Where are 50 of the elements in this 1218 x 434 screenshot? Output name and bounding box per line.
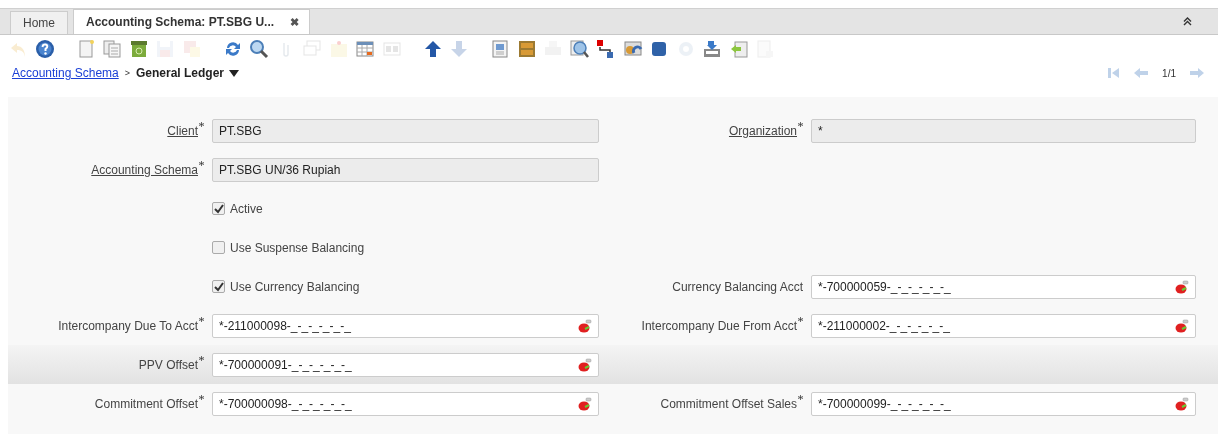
checkbox[interactable]	[212, 241, 225, 254]
collapse-icon[interactable]	[1183, 17, 1192, 26]
cube-icon[interactable]	[649, 39, 669, 59]
trash-icon[interactable]	[128, 39, 149, 59]
tab[interactable]: Home	[10, 11, 68, 34]
field-label: PPV Offset	[138, 357, 198, 372]
input-field[interactable]: PT.SBG	[212, 118, 599, 143]
input-field[interactable]: *-211000002-_-_-_-_-_-_	[811, 313, 1196, 338]
field-label[interactable]: Client	[167, 123, 198, 138]
report-icon[interactable]	[490, 39, 510, 59]
field-label: Commitment Offset Sales	[660, 396, 797, 411]
input-field[interactable]: *	[811, 118, 1196, 143]
checkbox[interactable]	[212, 280, 225, 293]
drive-download-icon[interactable]	[702, 39, 722, 59]
field-label: Intercompany Due To Acct	[58, 318, 198, 333]
field-label: Intercompany Due From Acct	[641, 318, 797, 333]
lookup-icon[interactable]	[578, 396, 592, 411]
breadcrumb-current[interactable]: General Ledger	[136, 66, 225, 80]
field-label[interactable]: Organization	[728, 123, 797, 138]
cabinet-icon[interactable]	[516, 39, 537, 59]
checkbox-label: Active	[230, 201, 263, 216]
input-field[interactable]: *-700000059-_-_-_-_-_-_	[811, 274, 1196, 299]
lookup-icon[interactable]	[1175, 318, 1189, 333]
input-field[interactable]: *-211000098-_-_-_-_-_-_	[212, 313, 599, 338]
checkbox-label: Use Suspense Balancing	[230, 240, 365, 255]
breadcrumb-link[interactable]: Accounting Schema	[12, 66, 119, 80]
lookup-icon[interactable]	[578, 357, 592, 372]
close-icon[interactable]: ✖	[290, 15, 300, 29]
checkbox[interactable]	[212, 202, 225, 215]
breadcrumb-separator: >	[124, 68, 130, 78]
input-field[interactable]: *-700000098-_-_-_-_-_-_	[212, 391, 599, 416]
search-icon[interactable]	[249, 39, 269, 59]
checkbox-label: Use Currency Balancing	[230, 279, 360, 294]
input-field[interactable]: *-700000091-_-_-_-_-_-_	[212, 352, 599, 377]
lookup-icon[interactable]	[1175, 396, 1189, 411]
transfer-icon[interactable]	[596, 39, 616, 59]
field-label: Commitment Offset	[94, 396, 198, 411]
lookup-icon[interactable]	[578, 318, 592, 333]
caret-icon[interactable]	[229, 69, 240, 77]
record-counter: 1/1	[1162, 67, 1176, 79]
copy-icon[interactable]	[102, 39, 122, 59]
table-icon[interactable]	[355, 39, 375, 59]
field-label: Currency Balancing Acct	[672, 279, 803, 294]
input-field[interactable]: *-700000099-_-_-_-_-_-_	[811, 391, 1196, 416]
lookup-icon[interactable]	[1175, 279, 1189, 294]
tab[interactable]: Accounting Schema: PT.SBG U... ✖	[73, 9, 311, 34]
input-field[interactable]: PT.SBG UN/36 Rupiah	[212, 157, 599, 182]
help-icon[interactable]	[34, 39, 55, 59]
magnifier-icon[interactable]	[569, 39, 590, 59]
field-label[interactable]: Accounting Schema	[91, 162, 198, 177]
